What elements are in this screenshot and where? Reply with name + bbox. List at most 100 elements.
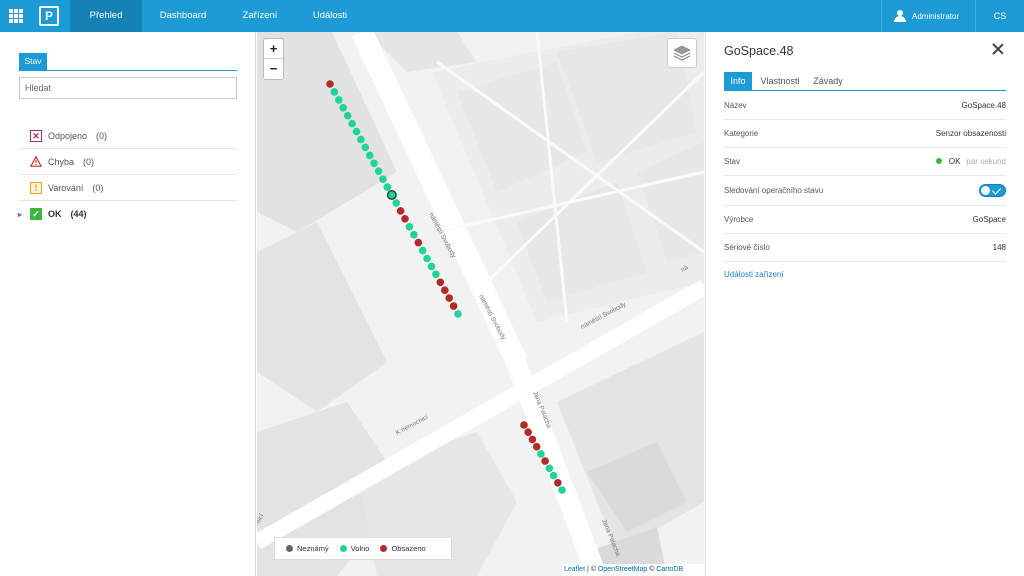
zoom-control: + − (263, 38, 284, 80)
app-logo[interactable]: P (34, 2, 64, 30)
parking-spot-free[interactable] (423, 254, 431, 263)
parking-spot-free[interactable] (427, 262, 436, 271)
property-key: Název (724, 101, 747, 110)
parking-spot-free[interactable] (370, 159, 378, 168)
nav-dashboard[interactable]: Dashboard (142, 0, 224, 32)
map-view[interactable]: náměstí Svobody náměstí Svobody náměstí … (257, 32, 704, 576)
osm-link[interactable]: OpenStreetMap (598, 566, 647, 573)
parking-spot-free[interactable] (365, 151, 374, 160)
parking-spot-free[interactable] (348, 119, 356, 128)
parking-spot-occupied[interactable] (554, 479, 562, 487)
parking-spot-free[interactable] (454, 310, 462, 318)
apps-menu-button[interactable] (0, 0, 32, 32)
parking-spot-free[interactable] (537, 450, 545, 458)
parking-spot-occupied[interactable] (441, 286, 449, 294)
parking-spot-occupied[interactable] (532, 442, 541, 451)
map-tiles: náměstí Svobody náměstí Svobody náměstí … (257, 32, 704, 576)
tab-info[interactable]: Info (724, 72, 752, 90)
zoom-in-button[interactable]: + (264, 39, 283, 59)
search-input[interactable] (19, 77, 237, 99)
nav-prehled[interactable]: Přehled (70, 0, 142, 32)
parking-spot-occupied[interactable] (524, 428, 532, 437)
property-row-vyrobce: Výrobce GoSpace (724, 206, 1006, 234)
legend-label: Volno (350, 544, 370, 553)
attrib-sep: © (647, 566, 657, 573)
parking-spot-free[interactable] (343, 111, 352, 120)
property-value: OK pár sekund (935, 148, 1006, 176)
legend-item: Neznámý (286, 544, 329, 553)
zoom-out-button[interactable]: − (264, 59, 283, 79)
parking-spot-free[interactable] (374, 167, 383, 175)
status-count: (0) (83, 156, 95, 167)
status-label: Varování (48, 182, 84, 193)
selected-parking-spot[interactable] (386, 190, 397, 201)
parking-logo-icon: P (39, 6, 59, 26)
warning-icon: ! (30, 181, 42, 194)
parking-spot-free[interactable] (558, 486, 566, 494)
parking-spot-free[interactable] (339, 104, 347, 112)
status-item-odpojeno[interactable]: ✕ Odpojeno (0) (19, 123, 237, 149)
parking-spot-free[interactable] (379, 175, 387, 183)
map-attribution: Leaflet | © OpenStreetMap © CartoDB (562, 564, 704, 576)
nav-udalosti[interactable]: Události (296, 0, 364, 32)
parking-spot-occupied[interactable] (401, 215, 409, 223)
status-count: (0) (96, 130, 108, 141)
property-row-stav: Stav OK pár sekund (724, 148, 1006, 176)
status-count: (44) (70, 209, 87, 219)
toggle-knob (981, 186, 990, 195)
tab-zavady[interactable]: Závady (808, 72, 848, 90)
cartodb-link[interactable]: CartoDB (656, 566, 683, 573)
device-events-link[interactable]: Události zařízení (724, 270, 784, 279)
building-block (257, 222, 387, 412)
parking-spot-free[interactable] (357, 135, 365, 144)
parking-spot-free[interactable] (352, 127, 361, 136)
status-label: Odpojeno (48, 130, 88, 141)
property-value: GoSpace (972, 215, 1006, 224)
ok-check-icon: ✓ (30, 208, 42, 220)
status-item-varovani[interactable]: ! Varování (0) (19, 175, 237, 201)
tab-underline (724, 90, 1006, 91)
parking-spot-occupied[interactable] (326, 80, 334, 88)
parking-spot-free[interactable] (335, 96, 343, 104)
tab-stav[interactable]: Stav (19, 53, 47, 70)
parking-spot-free[interactable] (418, 246, 427, 255)
tab-vlastnosti[interactable]: Vlastnosti (754, 72, 806, 90)
legend-swatch-occupied (380, 545, 388, 552)
parking-spot-occupied[interactable] (520, 421, 528, 429)
parking-spot-occupied[interactable] (396, 207, 405, 215)
parking-spot-free[interactable] (330, 88, 339, 96)
nav-zarizeni[interactable]: Zařízení (224, 0, 296, 32)
disconnected-icon: ✕ (30, 129, 42, 142)
parking-spot-free[interactable] (392, 199, 400, 207)
property-key: Výrobce (724, 215, 754, 224)
parking-spot-occupied[interactable] (528, 435, 537, 444)
property-value: 148 (992, 243, 1006, 252)
status-item-ok[interactable]: ▸ ✓ OK (44) (18, 201, 237, 227)
monitoring-toggle[interactable] (979, 184, 1006, 197)
leaflet-link[interactable]: Leaflet (564, 566, 585, 573)
status-count: (0) (92, 182, 104, 193)
status-item-chyba[interactable]: Chyba (0) (19, 149, 237, 175)
parking-spot-free[interactable] (410, 230, 418, 239)
parking-spot-free[interactable] (549, 471, 558, 480)
parking-spot-free[interactable] (405, 223, 414, 231)
parking-spot-free[interactable] (432, 270, 440, 279)
property-row-seriove-cislo: Sériové číslo 148 (724, 234, 1006, 262)
parking-spot-occupied[interactable] (414, 238, 423, 247)
tab-underline (19, 70, 237, 71)
user-menu[interactable]: Administrator (881, 0, 975, 32)
parking-spot-occupied[interactable] (541, 457, 549, 465)
expand-caret-icon[interactable]: ▸ (18, 210, 22, 219)
layers-button[interactable] (667, 38, 697, 68)
parking-spot-occupied[interactable] (449, 302, 458, 310)
parking-spot-occupied[interactable] (436, 278, 445, 287)
parking-spot-free[interactable] (361, 143, 370, 152)
close-icon[interactable] (992, 43, 1004, 55)
legend-swatch-unknown (286, 545, 293, 552)
parking-spot-occupied[interactable] (445, 294, 453, 302)
parking-spot-free[interactable] (545, 464, 554, 473)
property-row-sledovani: Sledování operačního stavu (724, 176, 1006, 206)
parking-spot-free[interactable] (383, 183, 392, 191)
language-switcher[interactable]: CS (975, 0, 1024, 32)
property-key: Kategorie (724, 129, 759, 138)
